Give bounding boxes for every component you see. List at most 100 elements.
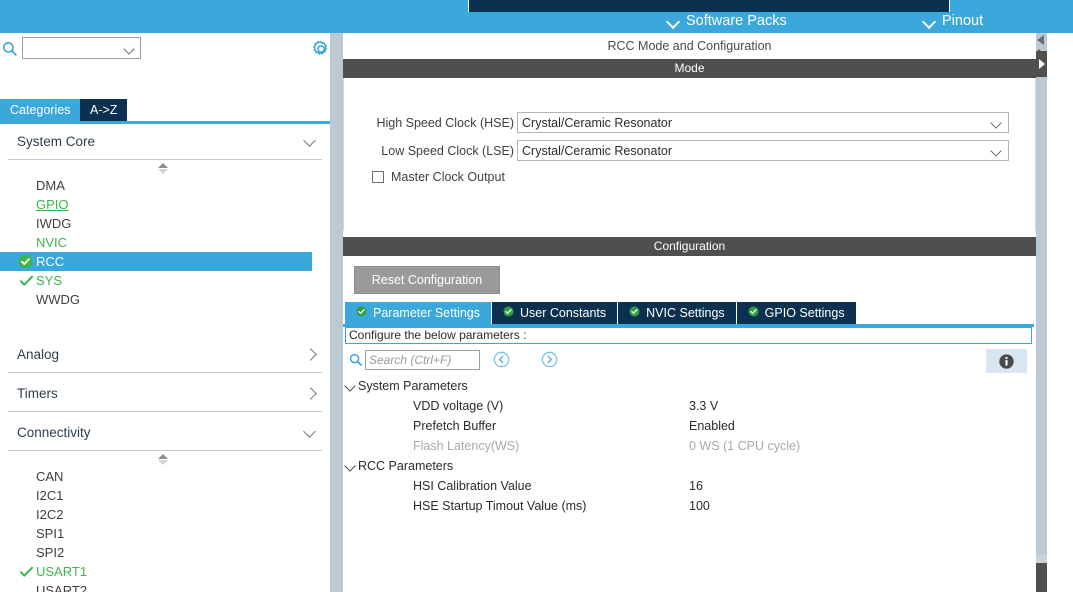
parameter-value: 3.3 V bbox=[689, 399, 719, 413]
ip-item-usart2[interactable]: USART2 bbox=[0, 581, 330, 592]
table-row[interactable]: HSI Calibration Value 16 bbox=[345, 476, 1032, 496]
ip-item-label: USART2 bbox=[36, 583, 88, 592]
parameter-name: VDD voltage (V) bbox=[413, 399, 504, 413]
ip-item-label: IWDG bbox=[36, 216, 72, 231]
category-header-analog[interactable]: Analog bbox=[8, 337, 322, 373]
search-input[interactable] bbox=[22, 37, 141, 59]
right-splitter[interactable] bbox=[1036, 33, 1047, 592]
tree-group-label: RCC Parameters bbox=[358, 459, 454, 473]
ip-item-i2c2[interactable]: I2C2 bbox=[0, 505, 330, 524]
menu-software-packs[interactable]: Software Packs bbox=[668, 10, 787, 32]
parameter-value: 0 WS (1 CPU cycle) bbox=[689, 439, 801, 453]
ip-item-label: DMA bbox=[36, 178, 65, 193]
application-window: Software Packs Pinout Categories A->Z Sy… bbox=[0, 0, 1073, 592]
table-row[interactable]: Prefetch Buffer Enabled bbox=[345, 416, 1032, 436]
hse-select-value: Crystal/Ceramic Resonator bbox=[522, 115, 673, 130]
sidebar-tabstrip: Categories A->Z bbox=[0, 99, 330, 121]
list-scroll-indicator[interactable] bbox=[0, 451, 330, 467]
category-title: Analog bbox=[17, 347, 60, 362]
ip-item-i2c1[interactable]: I2C1 bbox=[0, 486, 330, 505]
ip-item-label: RCC bbox=[36, 254, 65, 269]
chevron-down-icon bbox=[992, 147, 1001, 156]
tab-gpio-settings[interactable]: GPIO Settings bbox=[736, 302, 857, 324]
ip-item-spi2[interactable]: SPI2 bbox=[0, 543, 330, 562]
info-button[interactable] bbox=[986, 349, 1027, 373]
field-row-hse: High Speed Clock (HSE) bbox=[364, 112, 514, 133]
tab-label: User Constants bbox=[520, 306, 607, 320]
menu-pinout[interactable]: Pinout bbox=[924, 10, 983, 32]
settings-gear-button[interactable] bbox=[312, 40, 330, 58]
parameter-name: Flash Latency(WS) bbox=[413, 439, 520, 453]
chevron-down-icon bbox=[668, 16, 679, 27]
check-icon bbox=[19, 275, 34, 287]
tree-group-rcc-parameters[interactable]: RCC Parameters bbox=[345, 456, 1032, 476]
table-row[interactable]: HSE Startup Timout Value (ms) 100 bbox=[345, 496, 1032, 516]
panel-collapse-tab[interactable] bbox=[1036, 51, 1047, 77]
parameter-name: HSI Calibration Value bbox=[413, 479, 532, 493]
category-title: System Core bbox=[17, 134, 96, 149]
ip-item-label: SPI2 bbox=[36, 545, 65, 560]
field-row-lse: Low Speed Clock (LSE) bbox=[364, 140, 514, 161]
ip-item-nvic[interactable]: NVIC bbox=[0, 233, 330, 252]
category-title: Timers bbox=[17, 386, 58, 401]
master-clock-output-checkbox[interactable]: Master Clock Output bbox=[372, 170, 505, 184]
reset-configuration-button[interactable]: Reset Configuration bbox=[354, 266, 500, 294]
parameter-search-input[interactable] bbox=[365, 350, 480, 370]
parameter-name: Prefetch Buffer bbox=[413, 419, 497, 433]
circle-right-arrow-icon[interactable] bbox=[541, 351, 558, 368]
sidebar-tab-a-to-z[interactable]: A->Z bbox=[80, 99, 128, 121]
ip-item-dma[interactable]: DMA bbox=[0, 176, 330, 195]
menu-software-packs-label: Software Packs bbox=[686, 13, 787, 29]
ip-item-label: CAN bbox=[36, 469, 64, 484]
ip-item-gpio[interactable]: GPIO bbox=[0, 195, 330, 214]
category-header-system-core[interactable]: System Core bbox=[8, 124, 322, 160]
info-icon bbox=[999, 353, 1014, 369]
ip-item-label: I2C2 bbox=[36, 507, 64, 522]
chevron-down-icon bbox=[305, 136, 316, 147]
chevron-down-icon bbox=[346, 382, 355, 391]
ip-item-usart1[interactable]: USART1 bbox=[0, 562, 330, 581]
check-circle-icon bbox=[748, 306, 759, 320]
chevron-down-icon bbox=[924, 16, 935, 27]
lse-select-value: Crystal/Ceramic Resonator bbox=[522, 143, 673, 158]
left-splitter[interactable] bbox=[330, 33, 343, 592]
configuration-panel: RCC Mode and Configuration Mode High Spe… bbox=[343, 33, 1036, 592]
tab-nvic-settings[interactable]: NVIC Settings bbox=[618, 302, 737, 324]
ip-item-sys[interactable]: SYS bbox=[0, 271, 330, 290]
category-title: Connectivity bbox=[17, 425, 91, 440]
menu-pinout-label: Pinout bbox=[942, 13, 984, 29]
ip-item-rcc[interactable]: RCC bbox=[0, 252, 312, 271]
hse-select[interactable]: Crystal/Ceramic Resonator bbox=[517, 112, 1009, 133]
list-scroll-indicator[interactable] bbox=[0, 160, 330, 176]
master-clock-output-label: Master Clock Output bbox=[391, 170, 505, 184]
table-row[interactable]: VDD voltage (V) 3.3 V bbox=[345, 396, 1032, 416]
ip-item-iwdg[interactable]: IWDG bbox=[0, 214, 330, 233]
ip-item-label: I2C1 bbox=[36, 488, 64, 503]
circle-left-arrow-icon[interactable] bbox=[493, 351, 510, 368]
tab-parameter-settings[interactable]: Parameter Settings bbox=[345, 302, 492, 324]
ip-category-list: System Core DMA GPIO IWDG NVIC RCC SYS W… bbox=[0, 124, 330, 592]
category-header-connectivity[interactable]: Connectivity bbox=[8, 415, 322, 451]
ip-item-wwdg[interactable]: WWDG bbox=[0, 290, 330, 309]
category-header-timers[interactable]: Timers bbox=[8, 376, 322, 412]
ip-item-spi1[interactable]: SPI1 bbox=[0, 524, 330, 543]
lse-select[interactable]: Crystal/Ceramic Resonator bbox=[517, 140, 1009, 161]
ip-item-can[interactable]: CAN bbox=[0, 467, 330, 486]
mode-section-header: Mode bbox=[343, 59, 1036, 78]
reset-configuration-label: Reset Configuration bbox=[371, 273, 483, 287]
table-row: Flash Latency(WS) 0 WS (1 CPU cycle) bbox=[345, 436, 1032, 456]
sidebar-tab-categories[interactable]: Categories bbox=[0, 99, 81, 121]
tab-label: Parameter Settings bbox=[373, 306, 480, 320]
tree-group-system-parameters[interactable]: System Parameters bbox=[345, 376, 1032, 396]
parameter-value: Enabled bbox=[689, 419, 735, 433]
sidebar-tab-categories-label: Categories bbox=[10, 103, 71, 117]
checkbox-icon bbox=[372, 171, 384, 183]
chevron-down-icon bbox=[346, 462, 355, 471]
splitter-bottom-tab[interactable] bbox=[1036, 563, 1047, 592]
splitter-collapse-left-icon[interactable] bbox=[1037, 35, 1044, 45]
chevron-down-icon bbox=[305, 427, 316, 438]
tab-user-constants[interactable]: User Constants bbox=[492, 302, 619, 324]
parameter-tree: System Parameters VDD voltage (V) 3.3 V … bbox=[345, 376, 1032, 516]
splitter-bottom-light bbox=[1036, 555, 1047, 563]
search-icon bbox=[2, 41, 18, 57]
